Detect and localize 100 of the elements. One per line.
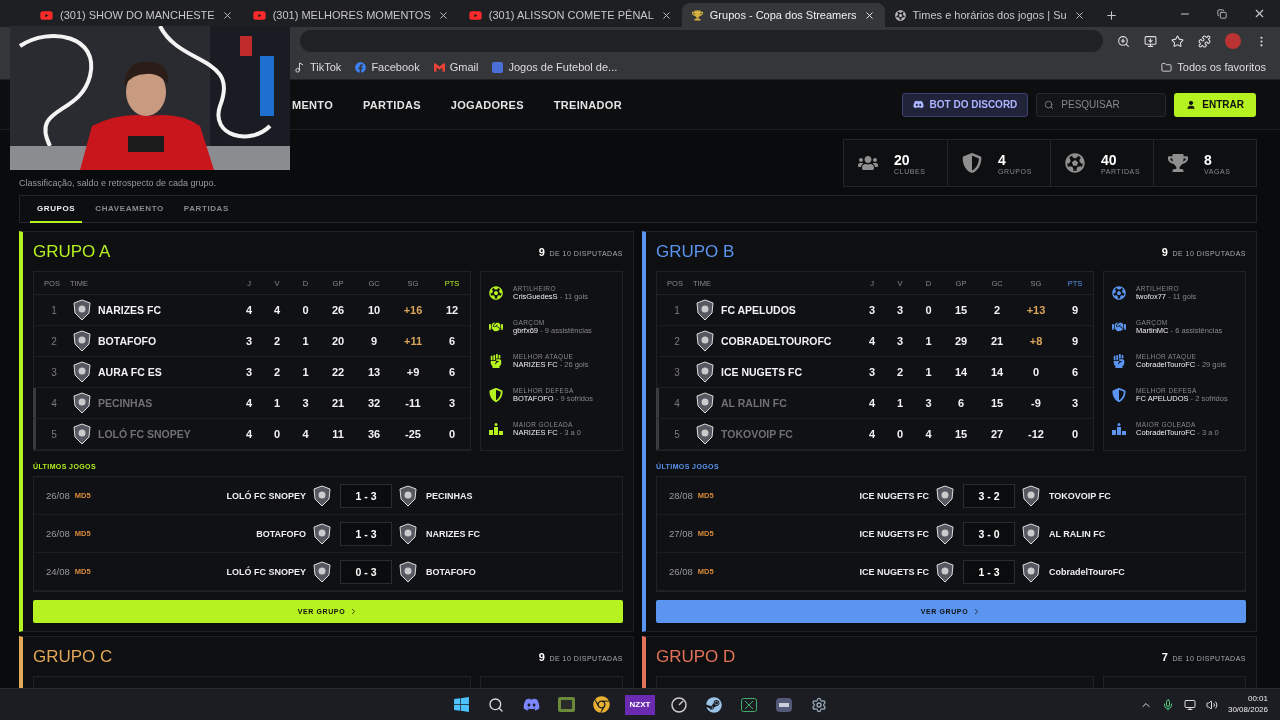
table-cell-text: 21 [989,335,1005,347]
match-score: 1 - 3 [963,559,1015,584]
table-cell-text: +16 [402,304,424,316]
table-cell-text: 4 [244,428,254,440]
table-cell-text: 2 [272,335,282,347]
bookmark[interactable]: TikTok [294,61,342,73]
clock-time: 00:01 [1247,694,1268,705]
match-score: 1 - 3 [340,521,392,546]
team-name: CobradelTouroFC [1049,566,1126,577]
all-bookmarks[interactable]: Todos os favoritos [1161,61,1266,73]
bookmark[interactable]: Facebook [355,61,420,73]
browser-tab[interactable]: (301) SHOW DO MANCHESTE [30,3,243,27]
table-cell-text: +13 [1025,304,1047,316]
table-cell-text: 22 [330,366,346,378]
table-cell-text: 15 [953,304,969,316]
table-cell-text: 4 [50,397,58,409]
nav-link[interactable]: PARTIDAS [363,98,421,111]
app-icon[interactable]: NZXT [625,694,655,715]
table-cell-text: 3 [673,366,681,378]
team-name: TOKOVOIP FC [721,428,793,440]
table-cell-text: 5 [50,428,58,440]
table-cell-text: 0 [924,304,933,316]
team-name: PECINHAS [426,490,474,501]
team-name: COBRADELTOUROFC [721,335,832,347]
team-name: ICE NUGETS FC [721,366,803,378]
table-cell-text: -25 [404,428,422,440]
stat-value: 20 [894,151,911,168]
table-cell-text: 1 [272,397,282,409]
match-date: 26/08 [46,528,70,539]
table-cell-text: 3 [895,335,905,347]
table-cell-text: 3 [447,397,457,409]
browser-tab[interactable]: (301) ALISSON COMETE PÊNAL [458,3,682,27]
match-date: 28/08 [669,490,693,501]
table-cell-text: 0 [895,428,905,440]
table-cell-text: 6 [956,397,966,409]
table-cell-text: 1 [301,366,310,378]
clock-date: 30/08/2026 [1227,705,1268,716]
search-field[interactable]: PESQUISAR [1036,92,1167,117]
table-cell-text: 0 [301,304,310,316]
bookmark[interactable]: Gmail [433,61,479,73]
team-name: TOKOVOIP FC [1049,490,1112,501]
table-cell-text: 3 [924,397,933,409]
table-cell-text: 0 [447,428,457,440]
table-cell-text: 4 [924,428,933,440]
team-name: LOLÓ FC SNOPEY [98,428,191,440]
table-cell-text: 2 [673,335,681,347]
page-tab[interactable]: GRUPOS [30,196,83,223]
table-cell-text: -12 [1027,428,1045,440]
page-tab[interactable]: PARTIDAS [176,196,236,223]
table-cell-text: 15 [989,397,1005,409]
table-cell-text: 1 [301,335,310,347]
table-cell-text: 29 [953,335,969,347]
table-cell-text: 9 [1070,304,1080,316]
table-cell-text: 0 [1031,366,1041,378]
table-cell-text: 1 [924,366,933,378]
match-date: 26/08 [669,566,693,577]
nav-link[interactable]: MENTO [292,98,334,111]
browser-tab[interactable]: Grupos - Copa dos Streamers [681,3,885,27]
team-name: AL RALIN FC [1049,528,1107,539]
table-cell-text: 3 [1070,397,1080,409]
table-cell-text: +8 [1028,335,1044,347]
table-cell-text: 3 [244,366,254,378]
table-cell-text: 5 [673,428,681,440]
match-score: 3 - 2 [963,483,1015,508]
table-cell-text: 3 [244,335,254,347]
table-cell-text: 4 [867,428,877,440]
browser-tab[interactable]: Times e horários dos jogos | Su [884,3,1095,27]
browser-tab[interactable]: (301) MELHORES MOMENTOS [242,3,459,27]
team-name: ICE NUGETS FC [858,490,929,501]
team-name: LOLÓ FC SNOPEY [225,490,306,501]
table-cell-text: 32 [366,397,382,409]
discord-button[interactable]: BOT DO DISCORD [901,92,1029,117]
table-cell-text: 14 [989,366,1005,378]
table-cell-text: 4 [244,304,254,316]
table-cell-text: 10 [366,304,382,316]
login-button[interactable]: ENTRAR [1174,92,1256,117]
table-cell-text: 6 [1070,366,1080,378]
table-cell-text: 3 [50,366,58,378]
table-cell-text: 27 [989,428,1005,440]
match-score: 1 - 3 [340,483,392,508]
group-title: GRUPO A [33,241,111,262]
table-cell-text: 9 [369,335,379,347]
nav-link[interactable]: TREINADOR [553,98,622,111]
table-cell-text: 2 [895,366,905,378]
team-name: LOLÓ FC SNOPEY [225,566,306,577]
match-date: 26/08 [46,490,70,501]
table-cell-text: 2 [50,335,58,347]
table-cell-text: 3 [867,366,877,378]
table-cell-text: 1 [895,397,905,409]
table-cell-text: 20 [330,335,346,347]
table-cell-text: 4 [301,428,310,440]
team-name: BOTAFOFO [426,566,477,577]
nav-link[interactable]: JOGADORES [450,98,524,111]
stat-value: 40 [1101,151,1118,168]
stat-value: 4 [998,151,1007,168]
table-cell-text: 3 [895,304,905,316]
bookmark[interactable]: Jogos de Futebol de... [492,61,618,73]
page-tab[interactable]: CHAVEAMENTO [88,196,171,223]
table-cell-text: 11 [331,428,345,440]
table-cell-text: 1 [924,335,933,347]
